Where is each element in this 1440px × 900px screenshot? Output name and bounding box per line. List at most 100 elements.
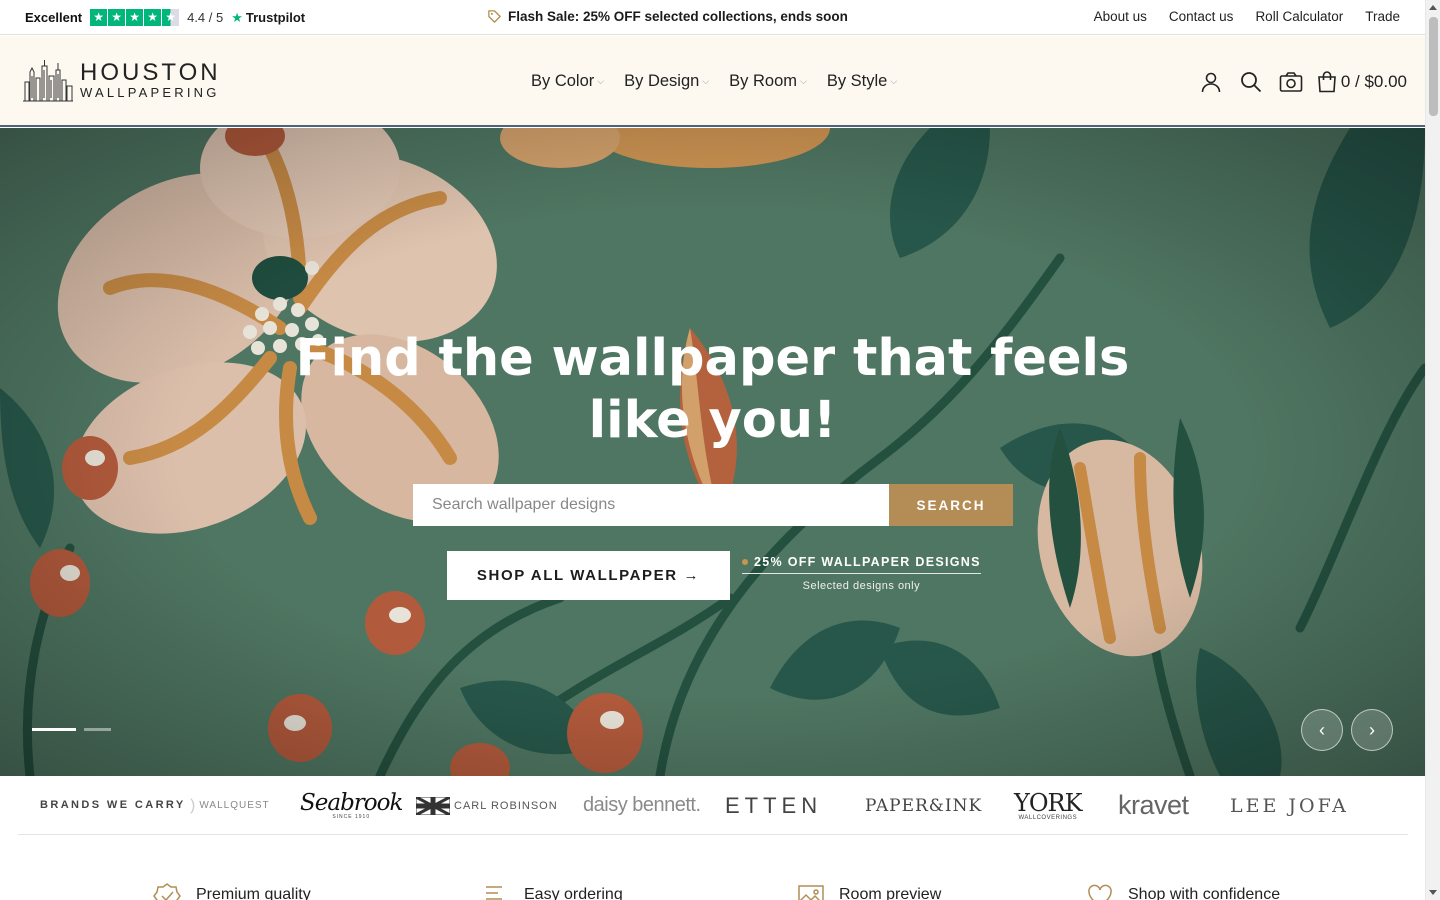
nav-label: By Room — [729, 72, 797, 90]
feature-highlights: Premium quality Easy ordering Room previ… — [0, 870, 1425, 900]
nav-by-room[interactable]: By Room ⌵ — [729, 72, 807, 91]
brand-name: kravet — [1118, 790, 1189, 820]
trustpilot-rating[interactable]: Excellent ★ ★ ★ ★ ★ 4.4 / 5 ★ Trustpilot — [25, 9, 305, 26]
hero-title: Find the wallpaper that feels like you! — [0, 328, 1425, 452]
nav-by-design[interactable]: By Design ⌵ — [624, 72, 709, 91]
link-trade[interactable]: Trade — [1365, 9, 1400, 24]
slide-dot-1[interactable] — [32, 728, 76, 731]
nav-label: By Style — [826, 72, 888, 90]
chevron-right-icon: › — [1369, 719, 1375, 740]
page-scrollbar[interactable] — [1425, 0, 1440, 900]
feature-label: Premium quality — [196, 886, 311, 900]
slide-indicators — [32, 728, 111, 731]
nav-by-color[interactable]: By Color ⌵ — [531, 72, 604, 91]
heart-icon — [1088, 884, 1112, 900]
shop-all-wallpaper-button[interactable]: SHOP ALL WALLPAPER → — [447, 551, 730, 600]
feature-label: Room preview — [839, 886, 942, 900]
cart-button[interactable]: 0 / $0.00 — [1311, 69, 1407, 95]
brands-label: BRANDS WE CARRY — [40, 799, 186, 811]
link-contact-us[interactable]: Contact us — [1169, 9, 1234, 24]
brand-logo-seabrook[interactable]: Seabrook SINCE 1910 — [300, 776, 403, 835]
user-icon — [1201, 72, 1221, 93]
brand-name: daisy bennett. — [583, 794, 701, 816]
star-icon: ★ — [108, 9, 126, 26]
floral-background-illustration — [0, 128, 1425, 776]
utility-links: About us Contact us Roll Calculator Trad… — [1094, 9, 1400, 24]
search-button[interactable] — [1231, 69, 1271, 95]
wallquest-mark-icon: ) — [190, 796, 196, 814]
header-actions: 0 / $0.00 — [1191, 69, 1407, 95]
brand-name: CARL ROBINSON — [454, 799, 558, 812]
chevron-down-icon: ⌵ — [702, 76, 710, 86]
half-star-icon: ★ — [162, 9, 180, 26]
nav-label: By Design — [624, 72, 700, 90]
tag-icon — [488, 10, 501, 23]
promo-subtext: Selected designs only — [802, 580, 921, 592]
hero-title-line1: Find the wallpaper that feels — [295, 329, 1130, 388]
feature-label: Easy ordering — [524, 886, 623, 900]
skyline-logo-icon — [23, 60, 73, 102]
scrollbar-thumb[interactable] — [1429, 17, 1438, 116]
brand-name: WALLQUEST — [199, 800, 270, 811]
search-icon — [1240, 72, 1261, 93]
star-icon: ★ — [126, 9, 144, 26]
trustpilot-brand: Trustpilot — [245, 10, 306, 25]
brand-logo-kravet[interactable]: kravet — [1118, 776, 1189, 835]
link-about-us[interactable]: About us — [1094, 9, 1147, 24]
nav-by-style[interactable]: By Style ⌵ — [827, 72, 897, 91]
quality-badge-icon — [153, 883, 181, 900]
brand-logo-paper-and-ink[interactable]: PAPER&INK — [865, 776, 982, 835]
promo-callout[interactable]: 25% OFF WALLPAPER DESIGNS Selected desig… — [742, 555, 981, 592]
brand-tagline: SINCE 1910 — [332, 813, 371, 820]
logo-line1: HOUSTON — [80, 59, 221, 86]
star-icon: ★ — [90, 9, 108, 26]
nav-label: By Color — [531, 72, 595, 90]
promo-heading: 25% OFF WALLPAPER DESIGNS — [742, 555, 981, 574]
visual-search-button[interactable] — [1271, 69, 1311, 95]
chevron-left-icon: ‹ — [1319, 719, 1325, 740]
brand-name: PAPER&INK — [865, 795, 983, 816]
hero-banner: Find the wallpaper that feels like you! … — [0, 128, 1425, 776]
search-submit-button[interactable]: SEARCH — [889, 484, 1013, 526]
feature-label: Shop with confidence — [1128, 886, 1281, 900]
chevron-down-icon: ⌵ — [597, 76, 605, 86]
shopping-bag-icon — [1317, 71, 1336, 93]
brand-logo-daisy-bennett[interactable]: daisy bennett. — [583, 776, 701, 835]
scroll-down-arrow-icon[interactable] — [1429, 890, 1437, 895]
chevron-down-icon: ⌵ — [800, 76, 807, 86]
brand-tagline: WALLCOVERINGS — [1018, 814, 1078, 821]
account-button[interactable] — [1191, 69, 1231, 95]
scroll-up-arrow-icon[interactable] — [1429, 5, 1437, 10]
flash-sale-text: Flash Sale: 25% OFF selected collections… — [508, 9, 848, 24]
cart-total: 0 / $0.00 — [1340, 72, 1407, 91]
trustpilot-star-icon: ★ — [231, 9, 243, 25]
feature-shop-with-confidence: Shop with confidence — [1086, 882, 1280, 900]
slide-dot-2[interactable] — [84, 728, 111, 731]
prev-slide-button[interactable]: ‹ — [1301, 709, 1343, 751]
main-nav: By Color ⌵ By Design ⌵ By Room ⌵ By Style ⌵ — [531, 72, 897, 91]
feature-premium-quality: Premium quality — [152, 882, 311, 900]
site-logo[interactable]: HOUSTON WALLPAPERING — [22, 58, 221, 102]
brand-name: ETTEN — [725, 792, 823, 818]
brand-logo-etten[interactable]: ETTEN — [725, 776, 822, 835]
brand-logo-lee-jofa[interactable]: LEE JOFA — [1230, 776, 1349, 835]
union-flag-icon — [416, 796, 450, 815]
top-bar: Excellent ★ ★ ★ ★ ★ 4.4 / 5 ★ Trustpilot… — [0, 0, 1425, 35]
brand-name: YORK — [1014, 788, 1083, 817]
star-icon: ★ — [144, 9, 162, 26]
feature-easy-ordering: Easy ordering — [484, 882, 623, 900]
brands-strip: BRANDS WE CARRY ) WALLQUEST Seabrook SIN… — [18, 776, 1408, 835]
flash-sale-banner[interactable]: Flash Sale: 25% OFF selected collections… — [487, 9, 848, 24]
feature-room-preview: Room preview — [797, 882, 941, 900]
image-icon — [798, 885, 824, 900]
brand-logo-carl-robinson[interactable]: CARL ROBINSON — [416, 776, 558, 835]
logo-line2: WALLPAPERING — [80, 85, 220, 100]
rating-stars: ★ ★ ★ ★ ★ — [90, 9, 180, 26]
link-roll-calculator[interactable]: Roll Calculator — [1255, 9, 1343, 24]
brand-logo-york[interactable]: YORK WALLCOVERINGS — [1014, 776, 1083, 835]
brand-logo-wallquest[interactable]: ) WALLQUEST — [190, 776, 270, 835]
search-input[interactable] — [413, 484, 889, 526]
hero-search: SEARCH — [413, 484, 1013, 526]
chevron-down-icon: ⌵ — [890, 76, 898, 86]
next-slide-button[interactable]: › — [1351, 709, 1393, 751]
